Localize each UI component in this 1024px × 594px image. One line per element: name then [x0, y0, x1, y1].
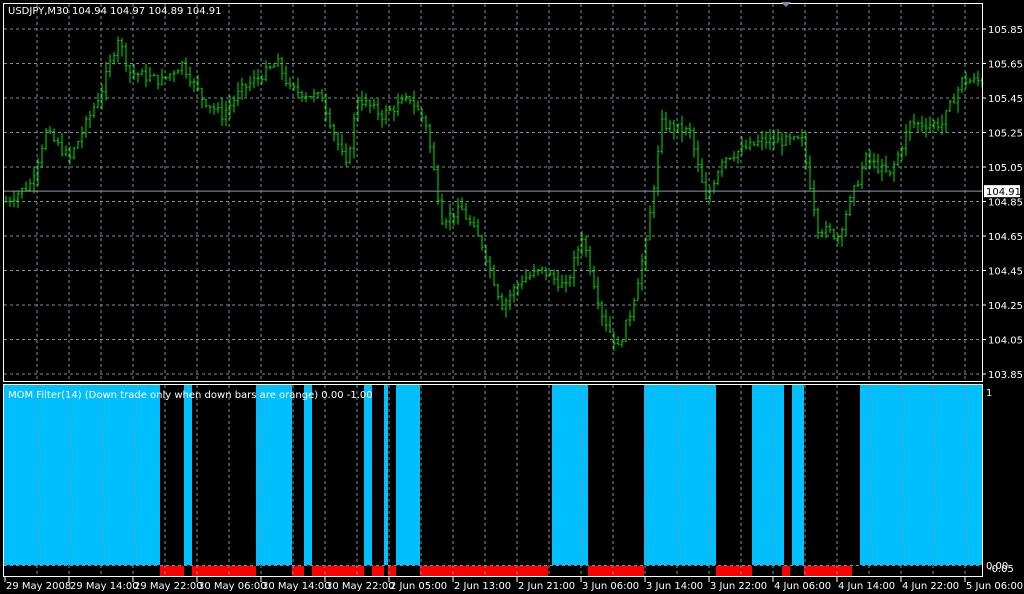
time-axis[interactable]: 29 May 200829 May 14:0029 May 22:0030 Ma… [4, 577, 1023, 592]
time-axis-label: 30 May 06:00 [198, 581, 267, 592]
chart-shift-marker-icon[interactable] [781, 2, 791, 7]
time-axis-label: 4 Jun 22:00 [902, 581, 959, 592]
ohlc-values: 104.94 104.97 104.89 104.91 [72, 6, 222, 17]
price-axis-label: 105.85 [988, 25, 1023, 36]
indicator-up-bar [396, 385, 420, 565]
time-axis-label: 4 Jun 06:00 [774, 581, 831, 592]
indicator-up-bar [304, 385, 312, 565]
indicator-up-bar [752, 385, 784, 565]
indicator-scale-top: 1 [986, 388, 992, 399]
price-axis-label: 104.85 [988, 198, 1023, 209]
indicator-down-bar [716, 566, 752, 576]
time-axis-label: 4 Jun 14:00 [838, 581, 895, 592]
time-axis-label: 2 Jun 13:00 [454, 581, 511, 592]
indicator-up-bar [384, 385, 388, 565]
price-axis-label: 105.65 [988, 60, 1023, 71]
indicator-scale-min: -0.05 [988, 564, 1014, 575]
time-axis-label: 29 May 22:00 [134, 581, 203, 592]
indicator-up-bar [184, 385, 192, 565]
price-axis-label: 105.45 [988, 94, 1023, 105]
indicator-down-bar [312, 566, 364, 576]
price-axis-label: 103.85 [988, 370, 1023, 381]
time-axis-label: 2 Jun 21:00 [518, 581, 575, 592]
price-axis[interactable]: 105.85105.65105.45105.25105.05104.85104.… [982, 25, 1023, 381]
symbol-info-label: USDJPY,M30 [8, 6, 69, 17]
time-axis-label: 5 Jun 06:00 [966, 581, 1023, 592]
time-axis-label: 3 Jun 14:00 [646, 581, 703, 592]
indicator-up-bar [552, 385, 588, 565]
indicator-up-bar [364, 385, 372, 565]
time-axis-label: 2 Jun 05:00 [390, 581, 447, 592]
time-axis-label: 3 Jun 06:00 [582, 581, 639, 592]
indicator-down-bar [588, 566, 644, 576]
price-axis-label: 105.05 [988, 163, 1023, 174]
indicator-up-bar [644, 385, 716, 565]
indicator-up-bar [4, 385, 160, 565]
price-axis-label: 104.45 [988, 267, 1023, 278]
time-axis-label: 30 May 14:00 [262, 581, 331, 592]
price-chart[interactable]: 105.85105.65105.45105.25105.05104.85104.… [0, 0, 1024, 594]
grid-lines [4, 4, 982, 381]
indicator-down-bar [804, 566, 852, 576]
main-pane-frame [3, 3, 983, 382]
time-axis-label: 29 May 14:00 [70, 581, 139, 592]
price-axis-label: 105.25 [988, 129, 1023, 140]
indicator-down-bar [372, 566, 384, 576]
indicator-title: MOM Filter(14) (Down trade only when dow… [8, 390, 373, 401]
current-price-label: 104.91 [986, 187, 1021, 198]
indicator-down-bar [292, 566, 304, 576]
indicator-down-bar [782, 566, 790, 576]
indicator-down-bar [420, 566, 548, 576]
indicator-down-bar [160, 566, 184, 576]
indicator-up-bar [792, 385, 804, 565]
indicator-down-bar [192, 566, 256, 576]
time-axis-label: 3 Jun 22:00 [710, 581, 767, 592]
price-axis-label: 104.65 [988, 232, 1023, 243]
time-axis-label: 29 May 2008 [6, 581, 71, 592]
price-axis-label: 104.25 [988, 301, 1023, 312]
indicator-up-bar [860, 385, 982, 565]
time-axis-label: 30 May 22:00 [326, 581, 395, 592]
price-axis-label: 104.05 [988, 336, 1023, 347]
indicator-histogram [4, 385, 982, 576]
